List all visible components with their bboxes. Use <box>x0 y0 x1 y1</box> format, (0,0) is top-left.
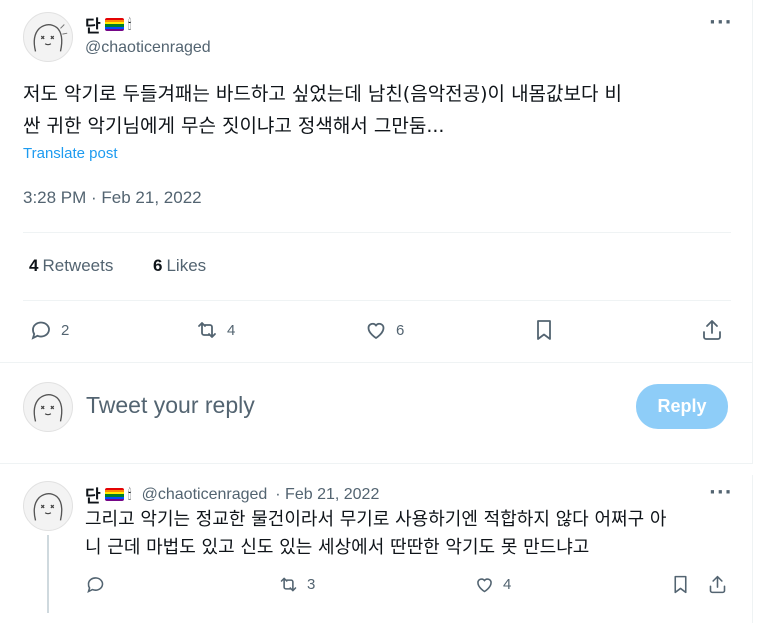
tweet-text: 저도 악기로 두들겨패는 바드하고 싶었는데 남친(음악전공)이 내몸값보다 비… <box>23 78 743 142</box>
candle-icon: 🕯 <box>127 486 132 503</box>
reply-text-line: 그리고 악기는 정교한 물건이라서 무기로 사용하기엔 적합하지 않다 어쩌구 … <box>85 509 667 530</box>
reply-count: 2 <box>61 321 70 339</box>
avatar-doodle-icon <box>33 24 68 52</box>
reply-bookmark-button[interactable] <box>670 574 691 595</box>
tweet-text-line: 저도 악기로 두들겨패는 바드하고 싶었는데 남친(음악전공)이 내몸값보다 비 <box>23 83 622 105</box>
retweet-button[interactable]: 4 <box>195 318 235 342</box>
reply-share-button[interactable] <box>707 574 728 595</box>
reply-button[interactable]: 2 <box>29 318 69 342</box>
avatar-doodle-icon <box>33 493 63 521</box>
reply-reply-button[interactable] <box>85 574 114 595</box>
section-separator <box>0 463 753 475</box>
reply-icon <box>87 577 104 593</box>
avatar[interactable] <box>23 12 73 62</box>
tweet-text-line: 싼 귀한 악기님에게 무슨 짓이냐고 정색해서 그만둠... <box>23 115 445 137</box>
rainbow-flag-icon <box>104 18 124 31</box>
heart-icon <box>477 578 492 593</box>
share-icon <box>703 320 721 340</box>
candle-icon: 🕯 <box>127 16 132 33</box>
share-button[interactable] <box>700 318 724 342</box>
heart-icon <box>367 322 385 340</box>
divider <box>23 232 731 233</box>
reply-text-line: 니 근데 마법도 있고 신도 있는 세상에서 딴딴한 악기도 못 만드냐고 <box>85 537 590 558</box>
more-dots-icon[interactable]: ··· <box>709 12 733 33</box>
translate-link[interactable]: Translate post <box>23 145 118 162</box>
more-dots-icon[interactable]: ··· <box>709 482 733 503</box>
like-count: 6 <box>396 321 405 339</box>
reply-text: 그리고 악기는 정교한 물건이라서 무기로 사용하기엔 적합하지 않다 어쩌구 … <box>85 506 745 562</box>
reply-like-button[interactable]: 4 <box>474 574 511 595</box>
retweet-icon <box>280 577 297 592</box>
likes-stat[interactable]: 6 Likes <box>153 256 206 276</box>
share-icon <box>709 575 726 594</box>
retweets-label: Retweets <box>42 256 114 275</box>
reply-date[interactable]: · Feb 21, 2022 <box>275 486 379 504</box>
rainbow-flag-icon <box>104 488 124 501</box>
divider <box>23 300 731 301</box>
reply-retweet-button[interactable]: 3 <box>278 574 315 595</box>
retweet-icon <box>198 322 216 338</box>
thread-line <box>47 535 49 613</box>
handle[interactable]: @chaoticenraged <box>85 39 211 57</box>
divider <box>0 362 753 363</box>
author-name-row: 단 🕯 <box>85 12 132 37</box>
bookmark-icon <box>674 575 687 594</box>
display-name[interactable]: 단 <box>85 12 101 37</box>
retweets-count: 4 <box>29 256 39 275</box>
reply-retweet-count: 3 <box>307 576 316 593</box>
avatar-doodle-icon <box>33 394 63 422</box>
reply-like-count: 4 <box>503 576 512 593</box>
reply-author-row: 단 🕯 @chaoticenraged · Feb 21, 2022 <box>85 482 379 508</box>
like-button[interactable]: 6 <box>364 318 404 342</box>
reply-input[interactable]: Tweet your reply <box>86 392 255 419</box>
tweet-thread: 단 🕯 @chaoticenraged ··· 저도 악기로 두들겨패는 바드하… <box>0 0 753 623</box>
reply-display-name[interactable]: 단 <box>85 482 101 507</box>
bookmark-button[interactable] <box>532 318 556 342</box>
reply-handle[interactable]: @chaoticenraged <box>142 486 268 504</box>
likes-label: Likes <box>166 256 207 275</box>
reply-avatar[interactable] <box>23 481 73 531</box>
bookmark-icon <box>537 320 551 340</box>
retweet-count: 4 <box>227 321 236 339</box>
retweets-stat[interactable]: 4 Retweets <box>29 256 113 276</box>
reply-submit-button[interactable]: Reply <box>636 384 728 429</box>
reply-icon <box>31 321 50 340</box>
timestamp[interactable]: 3:28 PM · Feb 21, 2022 <box>23 188 202 208</box>
composer-avatar[interactable] <box>23 382 73 432</box>
likes-count: 6 <box>153 256 163 275</box>
